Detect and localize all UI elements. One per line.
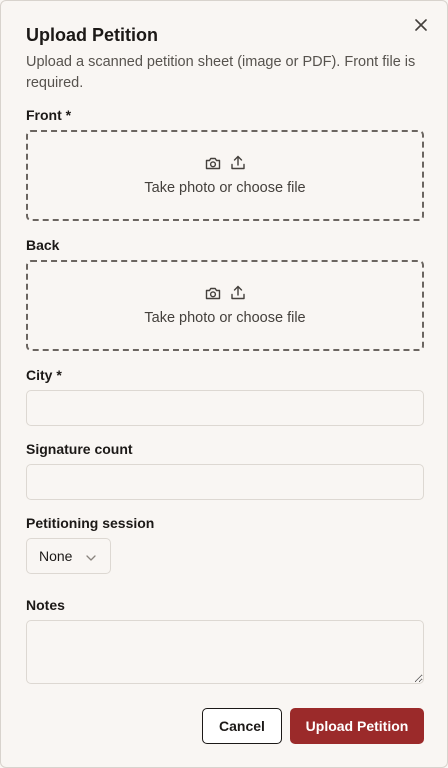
notes-textarea[interactable] [26,620,424,684]
petitioning-session-value: None [39,548,73,564]
close-icon[interactable] [411,15,431,35]
front-dropzone[interactable]: Take photo or choose file [26,130,424,221]
upload-petition-button[interactable]: Upload Petition [290,708,424,744]
dialog-description: Upload a scanned petition sheet (image o… [26,54,416,91]
front-label: Front * [26,107,72,123]
petitioning-session-label: Petitioning session [26,515,155,531]
cancel-button[interactable]: Cancel [202,708,282,744]
back-dropzone[interactable]: Take photo or choose file [26,260,424,351]
back-label: Back [26,237,60,253]
upload-icon [231,285,245,305]
camera-icon [205,156,221,175]
chevron-down-icon [86,548,97,564]
city-input[interactable] [26,390,424,426]
back-dropzone-text: Take photo or choose file [144,310,306,326]
signature-count-label: Signature count [26,441,133,457]
notes-label: Notes [26,597,65,613]
upload-icon [231,155,245,175]
camera-icon [205,286,221,305]
upload-petition-dialog: Upload Petition Upload a scanned petitio… [0,0,448,768]
signature-count-input[interactable] [26,464,424,500]
petitioning-session-select[interactable]: None [26,538,111,574]
dialog-title: Upload Petition [26,25,158,45]
city-label: City * [26,367,62,383]
front-dropzone-text: Take photo or choose file [144,180,306,196]
